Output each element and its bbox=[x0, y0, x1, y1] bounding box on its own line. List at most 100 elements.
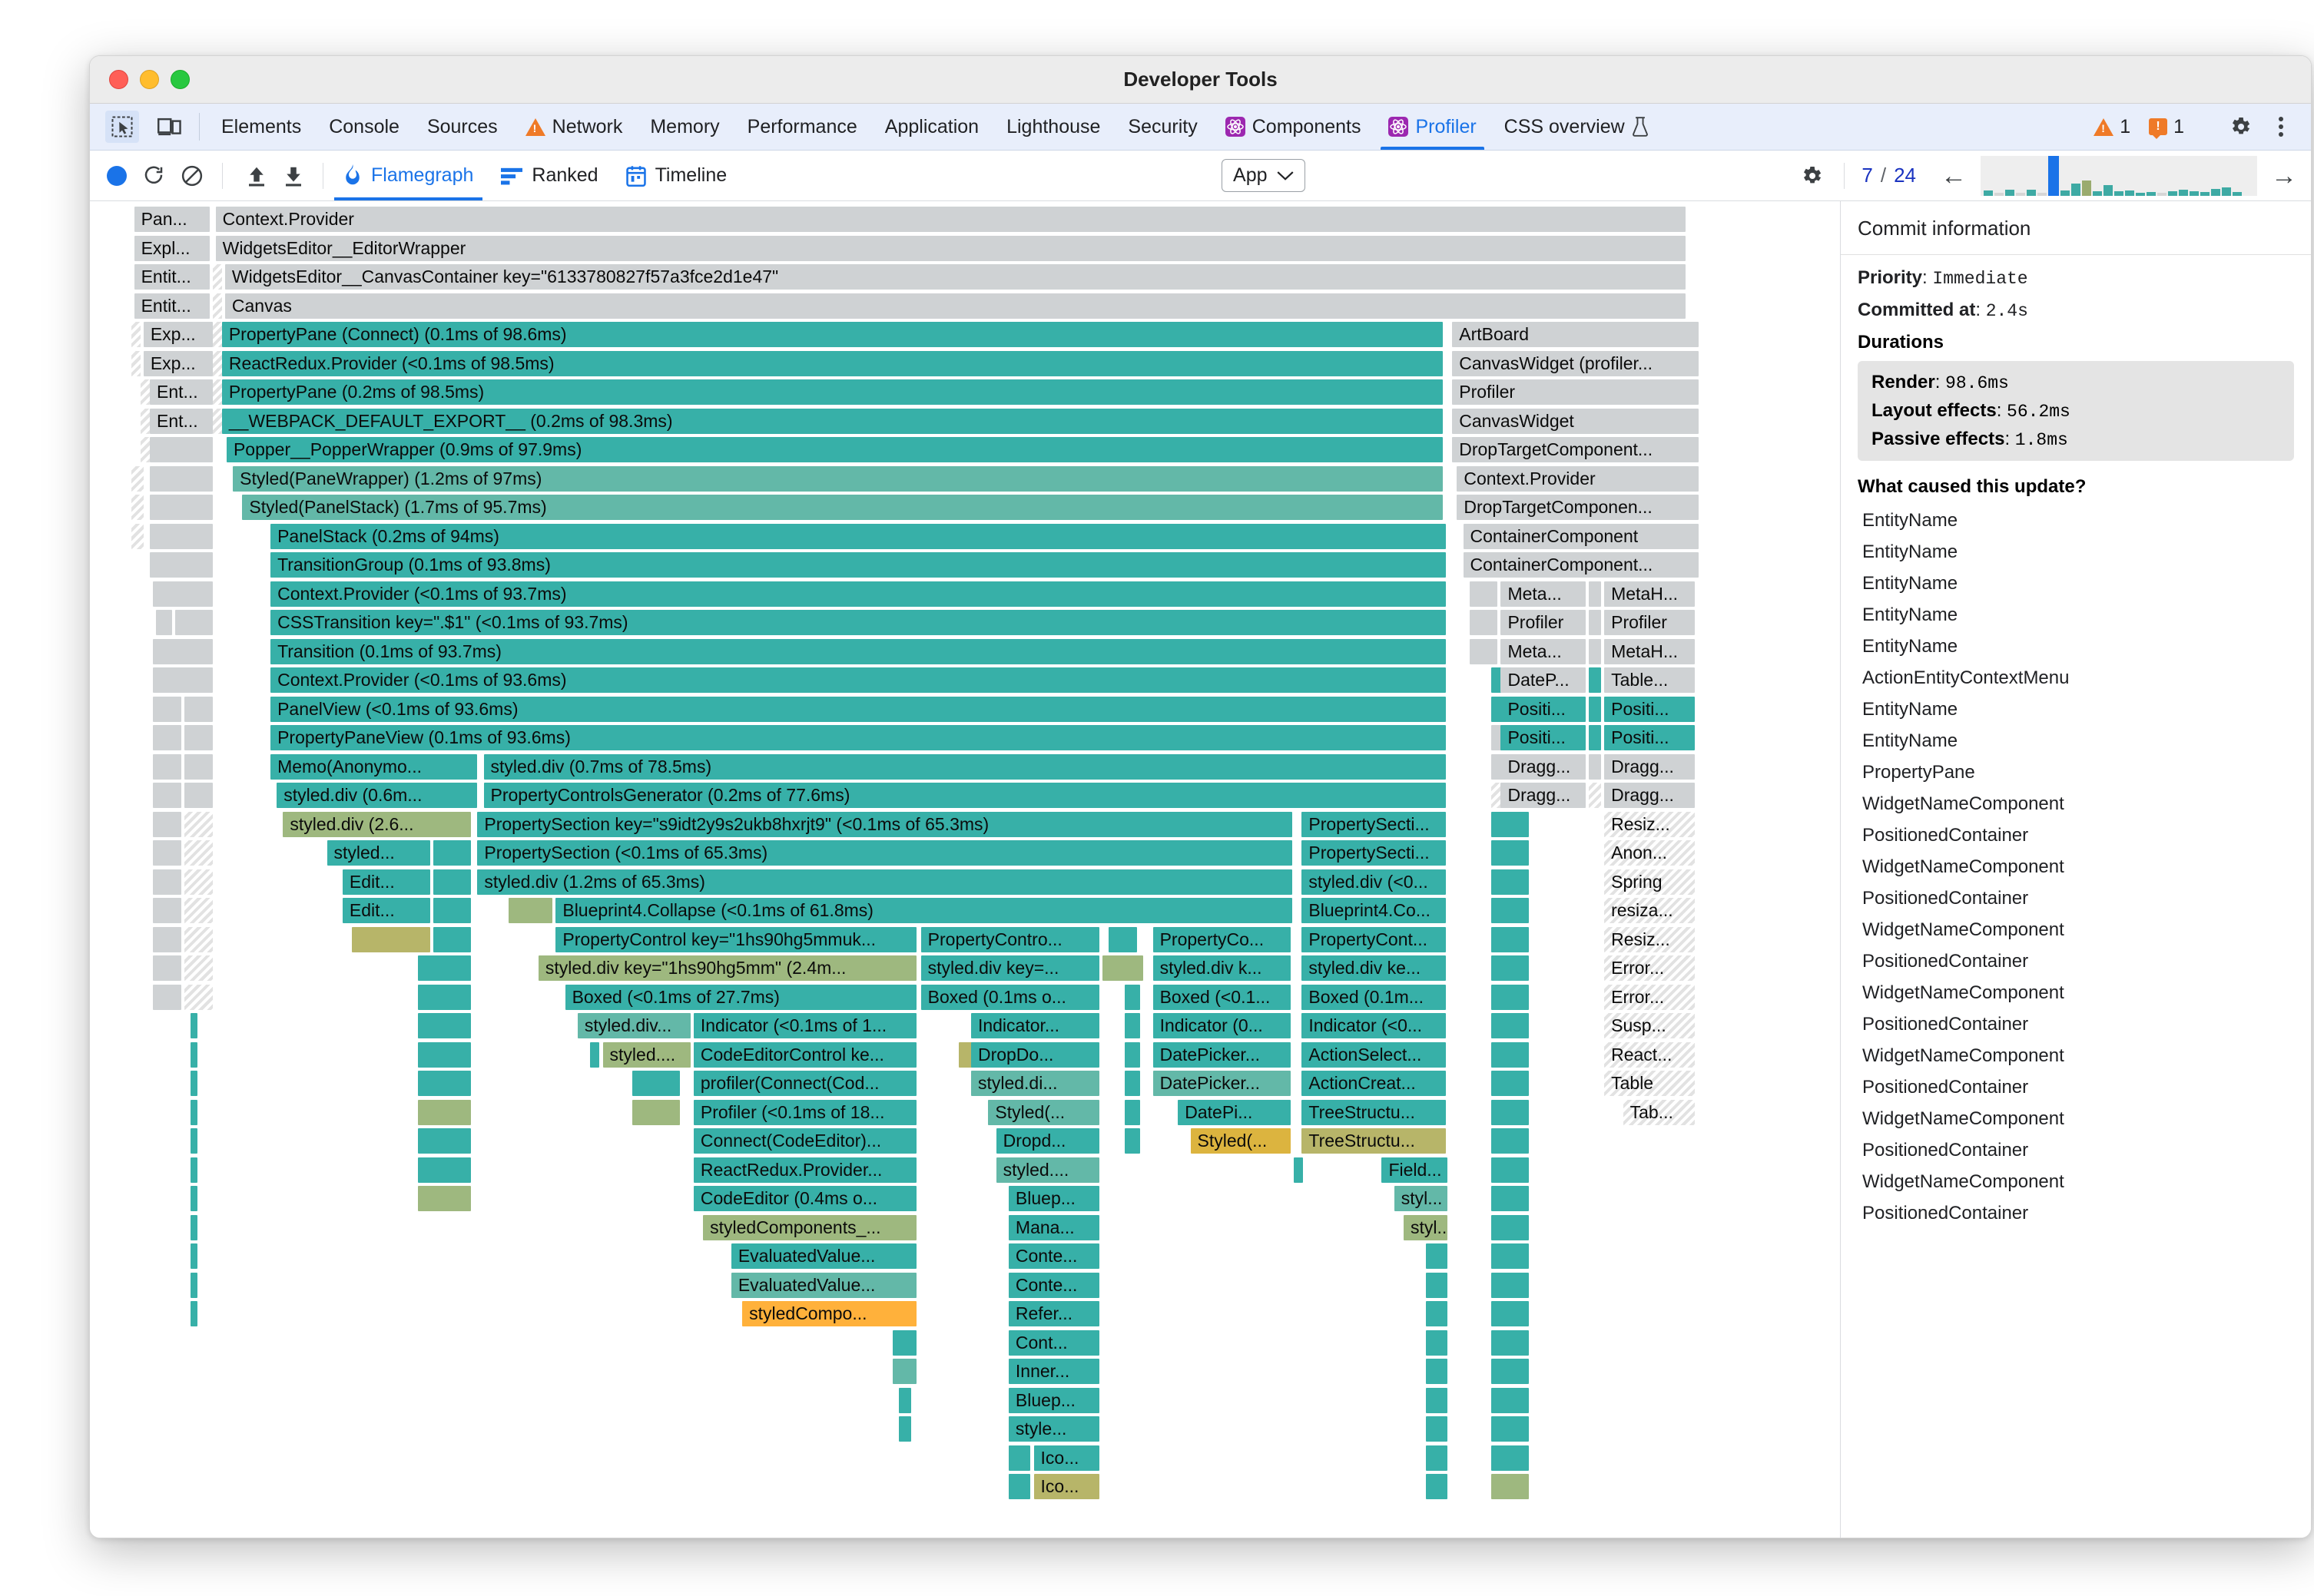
flame-node-blank[interactable] bbox=[1124, 984, 1141, 1010]
flame-node[interactable]: ActionCreat... bbox=[1301, 1071, 1447, 1096]
flame-node[interactable]: styled.di... bbox=[970, 1071, 1100, 1096]
device-toolbar-icon[interactable] bbox=[153, 111, 187, 143]
flame-node-blank[interactable] bbox=[433, 898, 472, 923]
flame-node-blank[interactable] bbox=[1294, 1157, 1304, 1183]
flame-node-blank[interactable] bbox=[417, 955, 472, 981]
tab-performance[interactable]: Performance bbox=[734, 104, 871, 150]
flame-node[interactable]: ReactRedux.Provider... bbox=[693, 1157, 917, 1183]
flame-node-blank[interactable] bbox=[1425, 1301, 1448, 1326]
flame-node[interactable]: Ent... bbox=[150, 408, 213, 434]
warning-count-badge[interactable]: 1 bbox=[2087, 116, 2137, 138]
flame-node-blank[interactable] bbox=[1491, 840, 1530, 866]
kebab-menu-icon[interactable] bbox=[2268, 117, 2294, 137]
tab-application[interactable]: Application bbox=[871, 104, 993, 150]
flame-node[interactable]: styled.... bbox=[996, 1157, 1100, 1183]
flame-node[interactable]: styled.div (0.7ms of 78.5ms) bbox=[483, 753, 1447, 780]
tab-components[interactable]: Components bbox=[1212, 104, 1375, 150]
view-ranked-button[interactable]: Ranked bbox=[487, 151, 612, 200]
flame-node[interactable]: style... bbox=[1008, 1416, 1100, 1442]
arrow-right-icon[interactable]: → bbox=[2257, 163, 2311, 189]
flame-node-blank[interactable] bbox=[156, 610, 172, 635]
flame-node[interactable]: Styled(PaneWrapper) (1.2ms of 97ms) bbox=[233, 465, 1443, 492]
tab-security[interactable]: Security bbox=[1114, 104, 1211, 150]
flame-node[interactable]: ArtBoard bbox=[1452, 322, 1699, 347]
download-icon[interactable] bbox=[283, 164, 304, 187]
flame-node[interactable]: Positi... bbox=[1604, 725, 1696, 750]
flame-node[interactable]: PropertyControlsGenerator (0.2ms of 77.6… bbox=[483, 783, 1447, 808]
flame-node-blank[interactable] bbox=[1491, 1301, 1530, 1326]
flame-node-blank[interactable] bbox=[191, 1128, 198, 1154]
flame-node-blank[interactable] bbox=[153, 811, 181, 837]
flame-node-blank[interactable] bbox=[153, 898, 181, 923]
flame-node[interactable]: Dragg... bbox=[1500, 753, 1586, 780]
flame-node[interactable]: Spring bbox=[1604, 869, 1696, 895]
flame-node-blank[interactable] bbox=[1491, 1445, 1530, 1471]
commit-bar[interactable] bbox=[2179, 190, 2189, 196]
flame-node-blank[interactable] bbox=[212, 350, 222, 376]
flame-node[interactable]: Positi... bbox=[1500, 696, 1586, 722]
flame-node-blank[interactable] bbox=[212, 379, 222, 405]
flame-node-blank[interactable] bbox=[1102, 955, 1144, 981]
commit-bar[interactable] bbox=[2016, 192, 2026, 196]
flame-node-blank[interactable] bbox=[131, 495, 144, 520]
flame-node[interactable]: Boxed (<0.1... bbox=[1152, 984, 1291, 1010]
flame-node-blank[interactable] bbox=[1124, 1041, 1141, 1068]
flame-node-blank[interactable] bbox=[191, 1041, 198, 1068]
flame-node-blank[interactable] bbox=[1491, 1214, 1530, 1240]
flame-node-blank[interactable] bbox=[184, 926, 213, 952]
commit-bar[interactable] bbox=[2211, 188, 2221, 196]
flame-node[interactable]: DropTargetComponen... bbox=[1457, 495, 1699, 520]
flame-node-blank[interactable] bbox=[417, 1157, 472, 1183]
flame-node[interactable]: Table... bbox=[1604, 667, 1696, 693]
flame-node[interactable]: Resiz... bbox=[1604, 926, 1696, 952]
commit-bar[interactable] bbox=[2060, 190, 2070, 196]
flame-node-blank[interactable] bbox=[1491, 1013, 1530, 1038]
flame-node-blank[interactable] bbox=[150, 552, 213, 578]
flame-node[interactable]: PropertySecti... bbox=[1301, 811, 1447, 837]
flame-node[interactable]: styl... bbox=[1394, 1186, 1448, 1211]
flame-node-blank[interactable] bbox=[191, 1099, 198, 1125]
commit-bar[interactable] bbox=[2037, 192, 2047, 196]
flame-node-blank[interactable] bbox=[191, 1214, 198, 1240]
flame-node[interactable]: DatePicker... bbox=[1152, 1041, 1291, 1068]
flame-node[interactable]: styled.div key=... bbox=[920, 955, 1100, 981]
flame-node[interactable]: styled.div (1.2ms of 65.3ms) bbox=[477, 869, 1293, 895]
flame-node-blank[interactable] bbox=[212, 322, 222, 347]
flame-node-blank[interactable] bbox=[184, 984, 213, 1010]
flame-node-blank[interactable] bbox=[191, 1243, 198, 1269]
flame-node-blank[interactable] bbox=[1588, 783, 1602, 808]
flame-node[interactable]: PropertySection (<0.1ms of 65.3ms) bbox=[477, 840, 1293, 866]
flame-node-blank[interactable] bbox=[153, 869, 181, 895]
flame-node-blank[interactable] bbox=[1588, 753, 1602, 780]
flame-node[interactable]: Boxed (0.1m... bbox=[1301, 984, 1447, 1010]
flame-node[interactable]: Exp... bbox=[143, 322, 213, 347]
commit-bar[interactable] bbox=[2071, 183, 2081, 196]
flame-node-blank[interactable] bbox=[1491, 1474, 1530, 1499]
flame-node-blank[interactable] bbox=[1588, 610, 1602, 635]
flame-node-blank[interactable] bbox=[417, 1128, 472, 1154]
flame-node-blank[interactable] bbox=[153, 696, 181, 722]
flame-node-blank[interactable] bbox=[899, 1416, 912, 1442]
flame-node-blank[interactable] bbox=[417, 1186, 472, 1211]
commit-bar[interactable] bbox=[2093, 191, 2103, 196]
flame-node-blank[interactable] bbox=[1124, 1128, 1141, 1154]
flame-node-blank[interactable] bbox=[433, 869, 472, 895]
flame-node[interactable]: DropTargetComponent... bbox=[1452, 437, 1699, 462]
flame-node[interactable]: Dropd... bbox=[996, 1128, 1100, 1154]
flame-node[interactable]: CSSTransition key=".$1" (<0.1ms of 93.7m… bbox=[270, 610, 1447, 635]
flame-node-blank[interactable] bbox=[1491, 1186, 1530, 1211]
flame-node[interactable]: Error... bbox=[1604, 984, 1696, 1010]
flame-node[interactable]: CodeEditor (0.4ms o... bbox=[693, 1186, 917, 1211]
flame-node-blank[interactable] bbox=[150, 495, 213, 520]
flame-node-blank[interactable] bbox=[1491, 1041, 1530, 1068]
flame-node[interactable]: Bluep... bbox=[1008, 1186, 1100, 1211]
flame-node[interactable]: Indicator (<0.1ms of 1... bbox=[693, 1013, 917, 1038]
record-dot-icon[interactable] bbox=[107, 165, 127, 186]
flame-node[interactable]: __WEBPACK_DEFAULT_EXPORT__ (0.2ms of 98.… bbox=[221, 408, 1443, 434]
flame-node[interactable]: styled.div key="1hs90hg5mm" (2.4m... bbox=[538, 955, 917, 981]
flame-node-blank[interactable] bbox=[1588, 638, 1602, 664]
flame-node-blank[interactable] bbox=[1491, 898, 1530, 923]
flame-node[interactable]: Profiler (<0.1ms of 18... bbox=[693, 1099, 917, 1125]
gear-icon[interactable] bbox=[2219, 114, 2262, 139]
flame-node-blank[interactable] bbox=[1588, 696, 1602, 722]
